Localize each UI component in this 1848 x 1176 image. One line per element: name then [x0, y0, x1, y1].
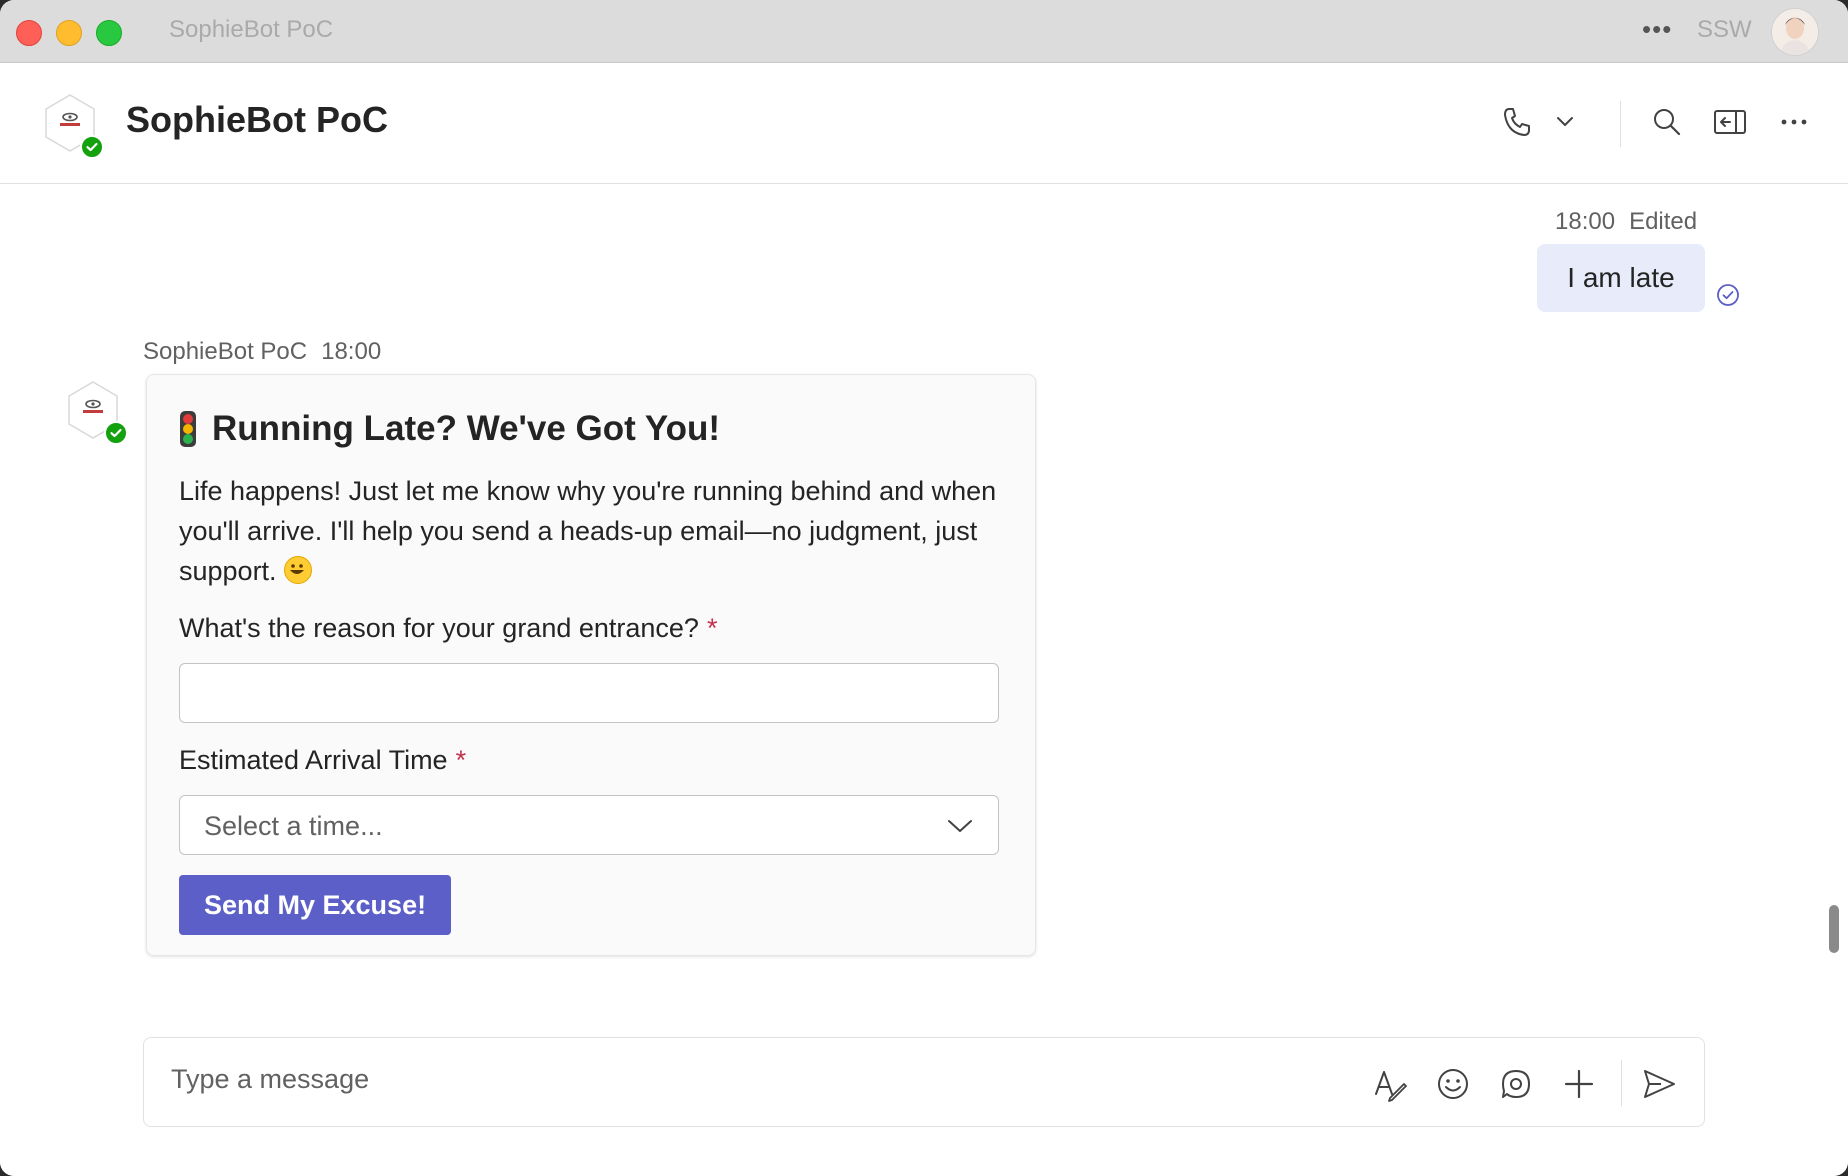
emoji-icon[interactable]: [1435, 1066, 1471, 1102]
my-message-meta: 18:00 Edited: [1555, 208, 1697, 236]
more-icon[interactable]: [1777, 105, 1811, 139]
add-icon[interactable]: [1561, 1066, 1597, 1102]
chevron-down-icon[interactable]: [1548, 105, 1582, 139]
arrival-time-select[interactable]: Select a time...: [179, 795, 999, 855]
reason-label: What's the reason for your grand entranc…: [179, 613, 717, 644]
required-marker: *: [706, 613, 718, 643]
edited-label: Edited: [1629, 208, 1698, 235]
my-message-time: 18:00: [1555, 208, 1616, 235]
required-marker: *: [455, 745, 467, 775]
reason-label-text: What's the reason for your grand entranc…: [179, 613, 699, 643]
search-icon[interactable]: [1650, 105, 1684, 139]
message-composer: [143, 1037, 1705, 1127]
chat-title: SophieBot PoC: [126, 99, 388, 140]
card-title-text: Running Late? We've Got You!: [212, 409, 721, 448]
sent-check-icon: [1717, 284, 1739, 306]
loop-icon[interactable]: [1498, 1066, 1534, 1102]
organization-name[interactable]: SSW: [1697, 16, 1752, 44]
user-avatar[interactable]: [1771, 8, 1819, 56]
bot-message-meta: SophieBot PoC 18:00: [143, 338, 381, 366]
pop-out-icon[interactable]: [1713, 105, 1747, 139]
composer-divider: [1621, 1060, 1622, 1106]
bot-sender-name: SophieBot PoC: [143, 338, 308, 365]
bot-message-avatar[interactable]: [63, 380, 128, 445]
grinning-face-icon: [284, 556, 313, 584]
arrival-time-label: Estimated Arrival Time *: [179, 745, 466, 776]
presence-available-icon: [80, 135, 104, 159]
message-input[interactable]: [169, 1058, 1173, 1100]
reason-input[interactable]: [179, 663, 999, 723]
my-message-bubble[interactable]: I am late: [1537, 244, 1705, 312]
arrival-time-placeholder: Select a time...: [204, 811, 383, 841]
card-title: Running Late? We've Got You!: [180, 409, 720, 449]
card-description: Life happens! Just let me know why you'r…: [179, 471, 999, 591]
minimize-window-button[interactable]: [56, 20, 82, 46]
send-excuse-button[interactable]: Send My Excuse!: [179, 875, 452, 935]
message-list: 18:00 Edited I am late SophieBot PoC 18:00: [0, 184, 1848, 1176]
traffic-light-icon: [180, 411, 196, 447]
chevron-down-icon: [948, 820, 972, 832]
window-title: SophieBot PoC: [169, 16, 334, 43]
bot-avatar[interactable]: [40, 93, 104, 159]
arrival-time-label-text: Estimated Arrival Time: [179, 745, 448, 775]
phone-icon[interactable]: [1500, 105, 1534, 139]
send-icon[interactable]: [1641, 1066, 1677, 1102]
window-more-icon[interactable]: •••: [1642, 14, 1672, 45]
title-bar: SophieBot PoC ••• SSW: [0, 0, 1848, 63]
chat-header: SophieBot PoC: [0, 63, 1848, 184]
close-window-button[interactable]: [16, 20, 42, 46]
maximize-window-button[interactable]: [96, 20, 122, 46]
bot-message-time: 18:00: [321, 338, 382, 365]
format-icon[interactable]: [1372, 1066, 1408, 1102]
app-window: SophieBot PoC ••• SSW SophieBot PoC 18:0…: [0, 0, 1848, 1176]
adaptive-card: Running Late? We've Got You! Life happen…: [146, 374, 1036, 956]
user-photo-icon: [1772, 9, 1818, 55]
header-divider: [1620, 101, 1621, 147]
presence-available-icon: [104, 421, 128, 445]
scrollbar-thumb[interactable]: [1829, 905, 1839, 953]
